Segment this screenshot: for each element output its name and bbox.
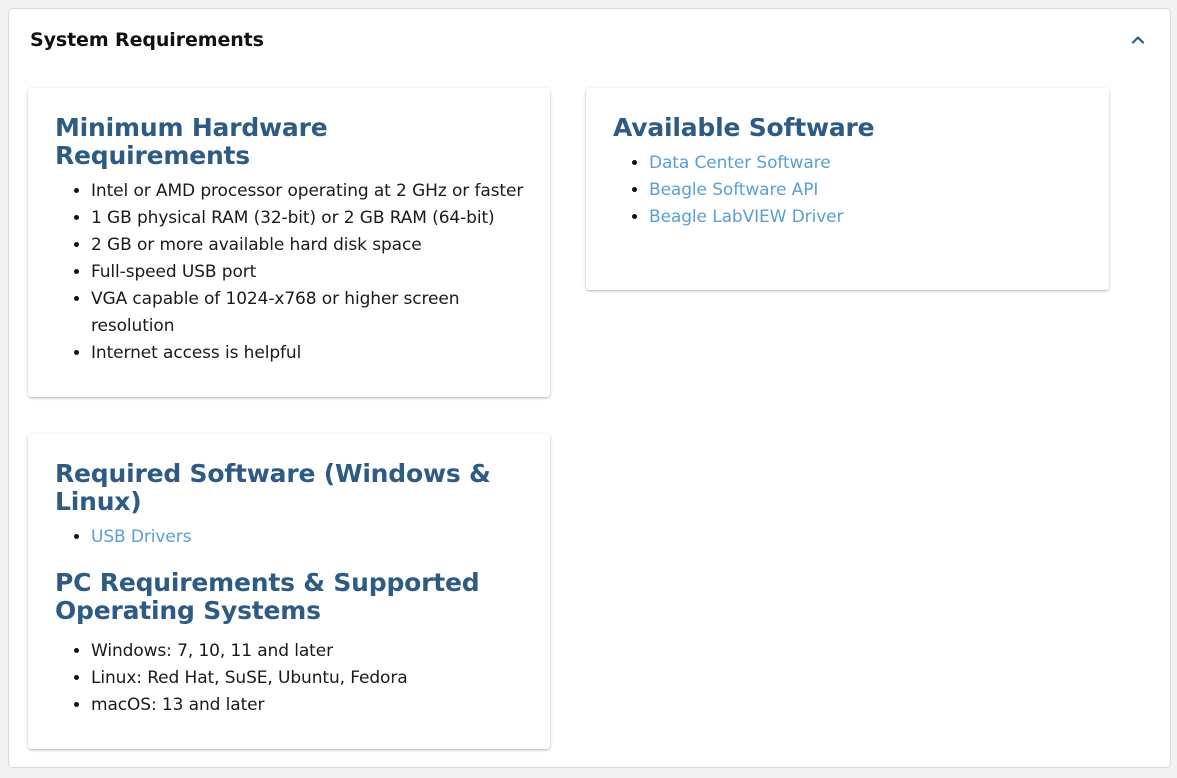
- list-item: Internet access is helpful: [91, 340, 530, 367]
- pc-requirements-heading: PC Requirements & Supported Operating Sy…: [55, 568, 480, 625]
- list-item: VGA capable of 1024-x768 or higher scree…: [91, 286, 530, 340]
- list-item: Beagle Software API: [649, 177, 1089, 204]
- hardware-list: Intel or AMD processor operating at 2 GH…: [55, 178, 530, 367]
- required-software-card: Required Software (Windows & Linux) USB …: [28, 434, 550, 749]
- beagle-labview-driver-link[interactable]: Beagle LabVIEW Driver: [649, 207, 844, 227]
- list-item: Beagle LabVIEW Driver: [649, 204, 1089, 231]
- available-software-list: Data Center Software Beagle Software API…: [613, 150, 1089, 231]
- panel-header[interactable]: System Requirements: [9, 9, 1170, 71]
- beagle-software-api-link[interactable]: Beagle Software API: [649, 180, 818, 200]
- list-item: Linux: Red Hat, SuSE, Ubuntu, Fedora: [91, 665, 530, 692]
- available-software-card: Available Software Data Center Software …: [586, 88, 1109, 290]
- available-software-heading: Available Software: [613, 113, 875, 142]
- list-item: Full-speed USB port: [91, 259, 530, 286]
- list-item: Data Center Software: [649, 150, 1089, 177]
- os-list: Windows: 7, 10, 11 and later Linux: Red …: [55, 638, 530, 719]
- hardware-requirements-card: Minimum Hardware Requirements Intel or A…: [28, 88, 550, 397]
- list-item: 2 GB or more available hard disk space: [91, 232, 530, 259]
- list-item: USB Drivers: [91, 524, 530, 551]
- list-item: macOS: 13 and later: [91, 692, 530, 719]
- list-item: Windows: 7, 10, 11 and later: [91, 638, 530, 665]
- usb-drivers-link[interactable]: USB Drivers: [91, 527, 191, 547]
- required-software-heading: Required Software (Windows & Linux): [55, 459, 491, 516]
- system-requirements-panel: System Requirements Minimum Hardware Req…: [8, 8, 1171, 768]
- list-item: 1 GB physical RAM (32-bit) or 2 GB RAM (…: [91, 205, 530, 232]
- data-center-software-link[interactable]: Data Center Software: [649, 153, 831, 173]
- required-software-list: USB Drivers: [55, 524, 530, 551]
- panel-title: System Requirements: [30, 29, 264, 51]
- chevron-up-icon[interactable]: [1126, 28, 1150, 52]
- list-item: Intel or AMD processor operating at 2 GH…: [91, 178, 530, 205]
- hardware-heading: Minimum Hardware Requirements: [55, 113, 328, 170]
